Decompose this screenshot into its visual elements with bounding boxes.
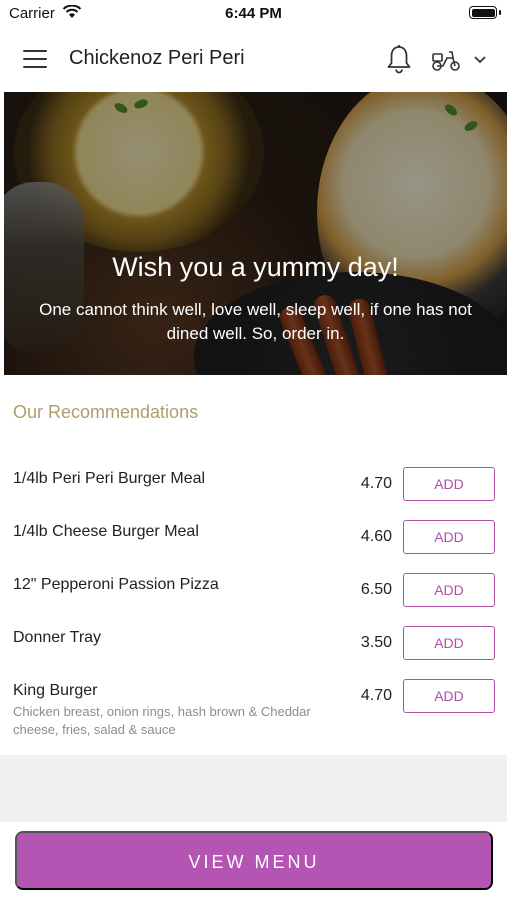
add-button[interactable]: ADD: [403, 573, 495, 607]
add-button[interactable]: ADD: [403, 520, 495, 554]
add-button[interactable]: ADD: [403, 626, 495, 660]
item-description: Chicken breast, onion rings, hash brown …: [13, 704, 311, 737]
item-price: 3.50: [360, 634, 392, 651]
item-name: Donner Tray: [13, 629, 102, 646]
item-name: 12" Pepperoni Passion Pizza: [13, 576, 219, 593]
item-price: 4.70: [360, 475, 392, 492]
hero-title: Wish you a yummy day!: [112, 252, 399, 282]
content-spacer: [0, 755, 507, 822]
item-name: King Burger: [13, 682, 98, 699]
item-name: 1/4lb Cheese Burger Meal: [13, 523, 199, 540]
item-price: 4.60: [360, 528, 392, 545]
recommendations-heading: Our Recommendations: [13, 402, 199, 422]
hero-subtitle: One cannot think well, love well, sleep …: [39, 300, 472, 343]
battery-icon: [469, 6, 501, 19]
add-button[interactable]: ADD: [403, 679, 495, 713]
bell-icon[interactable]: [385, 44, 413, 74]
menu-icon[interactable]: [23, 50, 47, 68]
item-price: 6.50: [360, 581, 392, 598]
clock: 6:44 PM: [225, 5, 282, 22]
hero-banner: Wish you a yummy day! One cannot think w…: [4, 92, 507, 375]
status-bar: Carrier 6:44 PM: [0, 0, 507, 28]
item-name: 1/4lb Peri Peri Burger Meal: [13, 470, 206, 487]
add-button[interactable]: ADD: [403, 467, 495, 501]
restaurant-name: Chickenoz Peri Peri: [69, 47, 245, 69]
view-menu-button[interactable]: VIEW MENU: [15, 831, 493, 890]
app-header: Chickenoz Peri Peri: [0, 28, 507, 92]
item-price: 4.70: [360, 687, 392, 704]
scooter-icon[interactable]: [431, 48, 461, 72]
chevron-down-icon[interactable]: [473, 54, 487, 64]
